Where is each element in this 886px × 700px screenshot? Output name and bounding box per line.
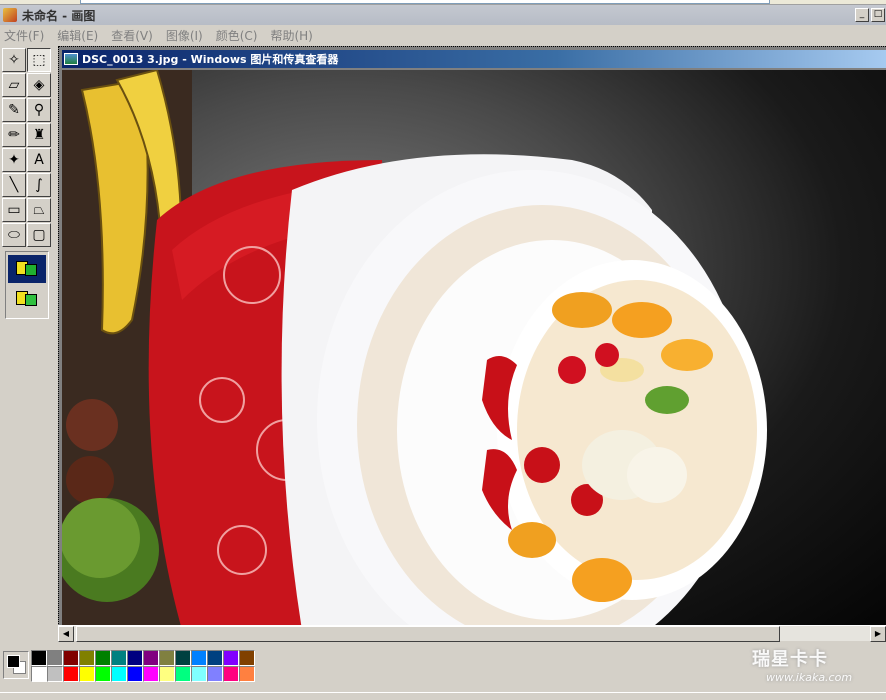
airbrush-icon: ✦	[8, 152, 20, 168]
color-picker-icon: ✎	[8, 102, 20, 118]
current-colors[interactable]	[3, 651, 29, 679]
paint-app-icon	[3, 8, 17, 22]
fill-bucket-tool[interactable]: ◈	[27, 73, 51, 97]
color-swatch[interactable]	[127, 650, 143, 666]
magnifier-tool[interactable]: ⚲	[27, 98, 51, 122]
ellipse-tool[interactable]: ⬭	[2, 223, 26, 247]
viewer-title-text: DSC_0013 3.jpg - Windows 图片和传真查看器	[82, 53, 339, 66]
color-picker-tool[interactable]: ✎	[2, 98, 26, 122]
rectangle-tool[interactable]: ▭	[2, 198, 26, 222]
color-swatch[interactable]	[47, 666, 63, 682]
color-swatch[interactable]	[239, 650, 255, 666]
menu-image[interactable]: 图像(I)	[166, 27, 203, 44]
curve-icon: ∫	[35, 177, 43, 193]
polygon-tool[interactable]: ⏢	[27, 198, 51, 222]
menu-colors[interactable]: 颜色(C)	[216, 27, 258, 44]
opaque-selection-icon	[14, 258, 40, 280]
scroll-thumb[interactable]	[76, 626, 780, 642]
pencil-icon: ✏	[8, 127, 20, 143]
picture-viewer-icon	[64, 53, 78, 65]
window-title: 未命名 - 画图	[22, 8, 96, 23]
color-swatch[interactable]	[95, 650, 111, 666]
text-icon: A	[34, 152, 44, 168]
scroll-right-icon[interactable]: ▶	[870, 626, 886, 642]
tool-options-box	[5, 251, 49, 319]
opaque-option[interactable]	[8, 255, 46, 283]
color-swatch[interactable]	[79, 650, 95, 666]
brush-tool[interactable]: ♜	[27, 123, 51, 147]
canvas-border-left	[58, 46, 59, 626]
color-swatch[interactable]	[63, 650, 79, 666]
toolbox: ✧ ⬚ ▱ ◈ ✎ ⚲ ✏ ♜ ✦ A ╲ ∫ ▭ ⏢ ⬭ ▢	[2, 48, 54, 623]
color-swatch[interactable]	[95, 666, 111, 682]
rounded-rect-icon: ▢	[32, 227, 46, 243]
color-swatch[interactable]	[191, 666, 207, 682]
scroll-left-icon[interactable]: ◀	[58, 626, 74, 642]
watermark-brand: 瑞星卡卡	[752, 649, 828, 670]
airbrush-tool[interactable]: ✦	[2, 148, 26, 172]
transparent-selection-icon	[14, 288, 40, 310]
color-swatch[interactable]	[31, 650, 47, 666]
menu-file[interactable]: 文件(F)	[4, 27, 44, 44]
fill-bucket-icon: ◈	[33, 77, 45, 93]
color-swatch[interactable]	[159, 666, 175, 682]
rounded-rect-tool[interactable]: ▢	[27, 223, 51, 247]
pencil-tool[interactable]: ✏	[2, 123, 26, 147]
color-swatch[interactable]	[111, 666, 127, 682]
transparent-option[interactable]	[8, 285, 46, 313]
brush-icon: ♜	[32, 127, 46, 143]
menu-view[interactable]: 查看(V)	[111, 27, 153, 44]
color-swatch[interactable]	[79, 666, 95, 682]
status-bar	[0, 692, 886, 700]
color-swatch[interactable]	[175, 650, 191, 666]
color-swatch[interactable]	[143, 650, 159, 666]
cake-photo	[62, 70, 886, 625]
color-swatch[interactable]	[31, 666, 47, 682]
select-rect-tool[interactable]: ⬚	[27, 48, 51, 72]
eraser-tool[interactable]: ▱	[2, 73, 26, 97]
color-swatch[interactable]	[127, 666, 143, 682]
polygon-icon: ⏢	[33, 202, 45, 218]
menu-bar: 文件(F) 编辑(E) 查看(V) 图像(I) 颜色(C) 帮助(H)	[0, 25, 886, 45]
horizontal-scrollbar[interactable]: ◀ ▶	[58, 625, 886, 642]
color-swatch[interactable]	[191, 650, 207, 666]
canvas-border-top	[58, 46, 886, 47]
eraser-icon: ▱	[8, 77, 20, 93]
free-form-select-tool[interactable]: ✧	[2, 48, 26, 72]
free-form-select-icon: ✧	[8, 52, 20, 68]
color-swatch[interactable]	[207, 650, 223, 666]
color-swatch[interactable]	[207, 666, 223, 682]
line-icon: ╲	[9, 177, 19, 193]
watermark-url: www.ikaka.com	[766, 671, 853, 684]
color-swatch[interactable]	[111, 650, 127, 666]
maximize-button[interactable]: □	[871, 8, 885, 22]
address-field[interactable]	[80, 0, 770, 4]
color-swatch[interactable]	[239, 666, 255, 682]
menu-edit[interactable]: 编辑(E)	[57, 27, 98, 44]
color-swatch[interactable]	[143, 666, 159, 682]
line-tool[interactable]: ╲	[2, 173, 26, 197]
photo-illustration	[62, 70, 767, 625]
watermark: 瑞星卡卡 www.ikaka.com	[752, 645, 884, 691]
rectangle-icon: ▭	[7, 202, 21, 218]
magnifier-icon: ⚲	[33, 102, 45, 118]
color-swatch[interactable]	[223, 650, 239, 666]
text-tool[interactable]: A	[27, 148, 51, 172]
color-swatch[interactable]	[159, 650, 175, 666]
ellipse-icon: ⬭	[8, 227, 20, 243]
menu-help[interactable]: 帮助(H)	[270, 27, 312, 44]
curve-tool[interactable]: ∫	[27, 173, 51, 197]
color-swatches	[31, 650, 255, 682]
color-swatch[interactable]	[223, 666, 239, 682]
color-swatch[interactable]	[175, 666, 191, 682]
select-rect-icon: ⬚	[32, 52, 46, 68]
minimize-button[interactable]: _	[855, 8, 869, 22]
viewer-window-title-bar[interactable]: DSC_0013 3.jpg - Windows 图片和传真查看器	[62, 50, 886, 68]
color-swatch[interactable]	[47, 650, 63, 666]
foreground-color	[7, 655, 20, 668]
color-swatch[interactable]	[63, 666, 79, 682]
paint-title-bar: 未命名 - 画图 _ □	[0, 5, 886, 25]
